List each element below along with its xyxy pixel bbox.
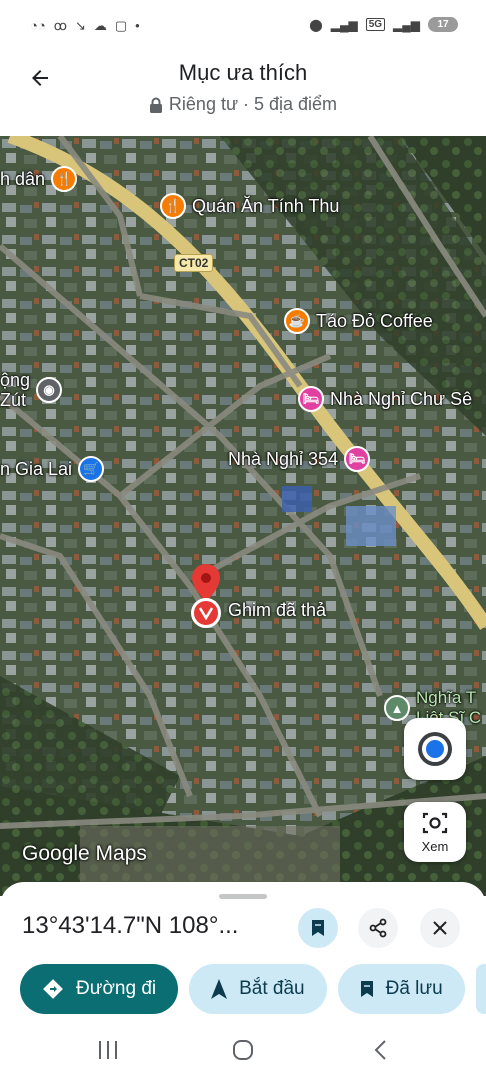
view-label: Xem: [421, 838, 449, 854]
bookmark-icon: [312, 920, 324, 936]
status-bar: ◔◔ ꝏ ↘ ☁ ▢ • ⬤ ▂▄▆ 5G ▂▄▆ 17: [0, 0, 486, 52]
network-type: 5G: [365, 18, 386, 31]
place-label: Nhà Nghỉ Chư Sê: [330, 388, 473, 409]
dropped-pin-label: Ghim đã thả: [228, 600, 327, 620]
restaurant-icon: 🍴: [160, 193, 186, 219]
shopping-cart-icon: 🛒: [78, 456, 105, 482]
missed-call-icon: ↘: [74, 18, 86, 33]
saved-label: Đã lưu: [385, 978, 443, 999]
signal-icon: ▂▄▆: [393, 17, 420, 32]
notification-icon: ◔◔: [30, 18, 46, 33]
home-icon: [233, 1040, 253, 1060]
back-nav-button[interactable]: [366, 1036, 394, 1064]
place-marker[interactable]: Nhà Nghỉ 354 🛏: [228, 446, 371, 472]
signal-icon: ▂▄▆: [330, 17, 358, 32]
place-label: Táo Đỏ Coffee: [316, 310, 433, 331]
recent-apps-button[interactable]: [94, 1036, 122, 1064]
place-marker[interactable]: h dân 🍴: [0, 166, 78, 192]
monument-icon: ▲: [384, 695, 410, 721]
navigation-arrow-icon: [211, 979, 228, 999]
home-button[interactable]: [229, 1036, 257, 1064]
screenshot-icon: ▢: [114, 18, 128, 33]
google-maps-logo: Google Maps: [22, 842, 147, 865]
saved-bookmark-button[interactable]: [298, 908, 338, 948]
directions-label: Đường đi: [76, 978, 157, 999]
bookmark-icon: [360, 981, 373, 997]
directions-icon: [43, 979, 63, 999]
coordinates-title: 13°43'14.7"N 108°...: [22, 912, 239, 939]
place-marker[interactable]: n Gia Lai 🛒: [0, 456, 105, 482]
close-button[interactable]: [420, 908, 460, 948]
system-icons: ⬤ ▂▄▆ 5G ▂▄▆ 17: [309, 17, 458, 32]
my-location-button[interactable]: [404, 718, 466, 780]
place-label: ộng Zút: [0, 370, 31, 410]
start-button[interactable]: Bắt đầu: [189, 964, 327, 1014]
lock-icon: [149, 97, 162, 113]
place-label: h dân: [0, 168, 46, 189]
place-sheet[interactable]: 13°43'14.7"N 108°... Đường đi Bắt đầu Đã: [0, 882, 486, 1018]
dot-icon: •: [135, 18, 140, 33]
start-label: Bắt đầu: [239, 978, 305, 999]
location-dot-icon: [422, 736, 448, 762]
lens-icon: [422, 812, 448, 833]
chevron-left-icon: [374, 1040, 386, 1060]
bed-icon: 🛏: [298, 386, 324, 412]
notification-icons: ◔◔ ꝏ ↘ ☁ ▢ •: [30, 18, 140, 34]
bed-icon: 🛏: [344, 446, 371, 472]
header: Mục ưa thích Riêng tư · 5 địa điểm: [0, 52, 486, 136]
directions-button[interactable]: Đường đi: [20, 964, 179, 1014]
system-navigation-bar: [0, 1018, 486, 1080]
place-label: Nhà Nghỉ 354: [228, 448, 339, 469]
map-view[interactable]: CT02 h dân 🍴 🍴 Quán Ăn Tính Thu ☕ Táo Đỏ…: [0, 136, 486, 896]
place-icon: ◉: [36, 377, 63, 403]
restaurant-icon: 🍴: [51, 166, 78, 192]
notification-icon: ꝏ: [53, 18, 67, 33]
satellite-imagery: [0, 136, 486, 896]
place-marker[interactable]: 🍴 Quán Ăn Tính Thu: [160, 193, 339, 219]
action-chips: Đường đi Bắt đầu Đã lưu: [20, 964, 486, 1014]
close-icon: [433, 921, 447, 935]
more-actions-chip[interactable]: [475, 964, 486, 1014]
list-subtitle: Riêng tư · 5 địa điểm: [0, 94, 486, 115]
view-button[interactable]: Xem: [404, 802, 466, 862]
saved-button[interactable]: Đã lưu: [337, 964, 465, 1014]
coffee-icon: ☕: [284, 308, 310, 334]
location-icon: ⬤: [309, 17, 323, 32]
cloud-icon: ☁: [93, 18, 107, 33]
share-button[interactable]: [358, 908, 398, 948]
road-label: CT02: [174, 254, 214, 272]
drag-handle[interactable]: [219, 894, 267, 899]
pin-marker-icon: [191, 598, 221, 628]
battery-icon: 17: [428, 17, 458, 32]
subtitle-text: Riêng tư · 5 địa điểm: [168, 94, 338, 114]
place-marker[interactable]: ộng Zút ◉: [0, 370, 63, 410]
place-marker[interactable]: ☕ Táo Đỏ Coffee: [284, 308, 433, 334]
share-icon: [369, 918, 387, 938]
recents-icon: [99, 1041, 117, 1059]
place-label: n Gia Lai: [0, 458, 73, 479]
page-title: Mục ưa thích: [178, 60, 308, 85]
place-label: Quán Ăn Tính Thu: [192, 195, 340, 216]
place-marker[interactable]: 🛏 Nhà Nghỉ Chư Sê: [298, 386, 472, 412]
